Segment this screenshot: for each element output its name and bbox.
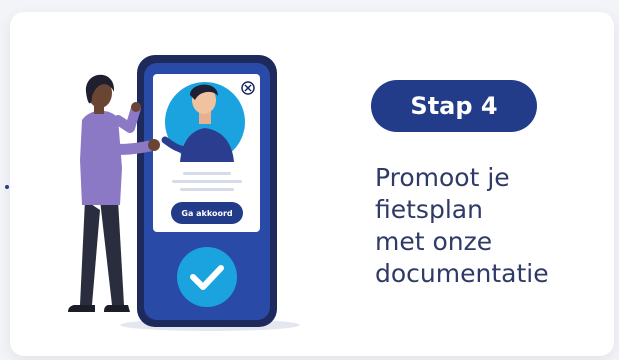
step-badge-label: Stap 4 (410, 92, 498, 120)
description-line: Promoot je (375, 163, 510, 192)
step-badge: Stap 4 (371, 80, 537, 132)
checkmark-icon[interactable] (177, 247, 237, 307)
description-line: documentatie (375, 259, 549, 288)
close-icon[interactable] (241, 81, 255, 95)
accept-button-label: Ga akkoord (181, 208, 233, 218)
step-description: Promoot je fietsplan met onze documentat… (375, 162, 605, 290)
description-line: met onze (375, 227, 493, 256)
accept-button[interactable]: Ga akkoord (171, 202, 243, 224)
description-line: fietsplan (375, 195, 483, 224)
